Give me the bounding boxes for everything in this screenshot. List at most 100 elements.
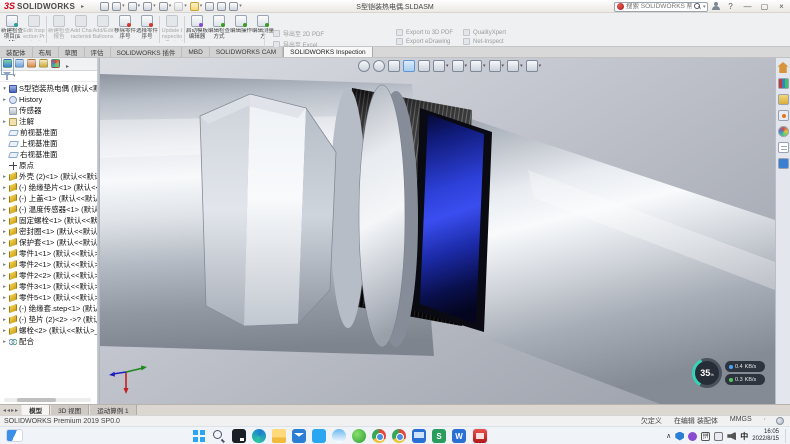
- hide-show-items-button[interactable]: ▾: [470, 60, 486, 72]
- hide-show-items-icon-caret[interactable]: ▾: [483, 63, 486, 69]
- expand-icon[interactable]: ▸: [2, 174, 7, 180]
- solidworks-resources-icon[interactable]: [778, 62, 789, 73]
- close-button[interactable]: ×: [775, 1, 788, 12]
- panel-tab-overflow[interactable]: ▸: [63, 58, 72, 73]
- edge-browser-icon[interactable]: [252, 429, 266, 443]
- minimize-button[interactable]: —: [741, 1, 754, 12]
- zoom-fit-button[interactable]: [358, 60, 370, 72]
- open-icon-caret[interactable]: ▾: [138, 3, 141, 9]
- tree-item-part[interactable]: ▸密封圈<1> (默认<<默认>_显示状: [0, 226, 97, 237]
- new-document-icon-caret[interactable]: ▾: [122, 3, 125, 9]
- view-palette-icon[interactable]: [778, 110, 789, 121]
- expand-icon[interactable]: ▸: [2, 185, 7, 191]
- open-icon-button[interactable]: ▾: [128, 2, 141, 11]
- tree-item-sensor[interactable]: 传感器: [0, 105, 97, 116]
- tree-item-part[interactable]: ▸零件5<1> (默认<<默认>_显示状态: [0, 292, 97, 303]
- ribbon-button[interactable]: 新建检查项目(&M): [1, 13, 23, 46]
- solidworks-taskbar-icon[interactable]: [473, 429, 487, 443]
- save-icon-caret[interactable]: ▾: [153, 3, 156, 9]
- apply-scene-button[interactable]: ▾: [507, 60, 523, 72]
- design-library-icon[interactable]: [778, 78, 789, 89]
- tray-monitor-icon[interactable]: [714, 432, 723, 441]
- menu-expand-icon[interactable]: ▸: [81, 3, 84, 10]
- dimxpertmanager-tab[interactable]: [39, 58, 48, 73]
- previous-view-button[interactable]: [388, 60, 400, 72]
- tree-item-plane[interactable]: 前视基准面: [0, 127, 97, 138]
- zoom-area-button[interactable]: [373, 60, 385, 72]
- model-tab-nav-arrow[interactable]: ◂: [3, 407, 6, 414]
- tree-root-item[interactable]: ▾S型铠装热电偶 (默认<默认_显示状态-1: [0, 83, 97, 94]
- configurationmanager-tab[interactable]: [27, 58, 36, 73]
- view-orientation-icon-caret[interactable]: ▾: [446, 63, 449, 69]
- view-settings-button[interactable]: ▾: [526, 60, 542, 72]
- tree-item-part[interactable]: ▸零件2<1> (默认<<默认>_显示状态: [0, 259, 97, 270]
- ribbon-button[interactable]: 编辑操作: [230, 13, 252, 46]
- tree-item-part[interactable]: ▸(-) 绝缘垫片<1> (默认<<默认>_显: [0, 182, 97, 193]
- undo-icon-button[interactable]: ▾: [174, 2, 187, 11]
- tray-purple-icon[interactable]: [688, 432, 697, 441]
- filter-caret-icon[interactable]: ▾: [13, 73, 16, 79]
- expand-icon[interactable]: ▸: [2, 284, 7, 290]
- help-button[interactable]: ?: [724, 1, 737, 12]
- search-button[interactable]: [212, 429, 226, 443]
- options-icon-button[interactable]: ▾: [229, 2, 242, 11]
- search-input[interactable]: [626, 3, 692, 10]
- file-properties-icon-button[interactable]: [217, 2, 226, 11]
- console-app-icon[interactable]: [232, 429, 246, 443]
- print-icon-button[interactable]: ▾: [159, 2, 172, 11]
- store-icon[interactable]: [312, 429, 326, 443]
- help-search-box[interactable]: ▾: [614, 2, 708, 12]
- tree-item-part[interactable]: ▸固定螺栓<1> (默认<<默认>_显示: [0, 215, 97, 226]
- select-icon-caret[interactable]: ▾: [200, 3, 203, 9]
- file-explorer-icon[interactable]: [272, 429, 286, 443]
- expand-icon[interactable]: ▸: [2, 218, 7, 224]
- expand-icon[interactable]: ▸: [2, 317, 7, 323]
- tray-expand-icon[interactable]: ∧: [666, 432, 671, 440]
- tree-item-part[interactable]: ▸螺栓<2> (默认<<默认>_显示状态: [0, 325, 97, 336]
- status-gear-icon[interactable]: [776, 417, 784, 425]
- start-button[interactable]: [192, 429, 206, 443]
- expand-icon[interactable]: ▸: [2, 306, 7, 312]
- expand-icon[interactable]: ▸: [2, 295, 7, 301]
- expand-icon[interactable]: ▸: [2, 240, 7, 246]
- tray-shield-icon[interactable]: [675, 432, 684, 441]
- dynamic-annotation-button[interactable]: [418, 60, 430, 72]
- browser-app-icon[interactable]: [372, 429, 386, 443]
- expand-icon[interactable]: ▸: [2, 97, 7, 103]
- appearances-scenes-icon[interactable]: [778, 126, 789, 137]
- tree-item-part[interactable]: ▸外壳 (2)<1> (默认<<默认>_显示状: [0, 171, 97, 182]
- ribbon-button[interactable]: 选择零件序号: [136, 13, 158, 46]
- home-icon-button[interactable]: [100, 2, 109, 11]
- expand-icon[interactable]: ▸: [2, 262, 7, 268]
- expand-icon[interactable]: ▸: [2, 251, 7, 257]
- w-app-icon[interactable]: W: [452, 429, 466, 443]
- display-style-icon-caret[interactable]: ▾: [465, 63, 468, 69]
- tree-item-plane[interactable]: 上视基准面: [0, 138, 97, 149]
- show-desktop-button[interactable]: [785, 429, 786, 443]
- tree-item-part[interactable]: ▸(-) 温度传感器<1> (默认<<默认>_: [0, 204, 97, 215]
- model-tab-1[interactable]: 3D 视图: [50, 405, 89, 415]
- expand-icon[interactable]: ▸: [2, 229, 7, 235]
- search-icon[interactable]: [694, 3, 701, 10]
- model-tab-0[interactable]: 模型: [21, 405, 50, 415]
- edit-appearance-icon-caret[interactable]: ▾: [502, 63, 505, 69]
- rebuild-icon-button[interactable]: [205, 2, 214, 11]
- file-explorer-pane-icon[interactable]: [778, 94, 789, 105]
- green-app-icon[interactable]: [352, 429, 366, 443]
- monitor-app-icon[interactable]: [412, 429, 426, 443]
- tree-item-part[interactable]: ▸(-) 绝缘套.step<1> (默认<<默认: [0, 303, 97, 314]
- s-app-icon[interactable]: S: [432, 429, 446, 443]
- cloud-app-icon[interactable]: [332, 429, 346, 443]
- tree-item-part[interactable]: ▸(-) 上盖<1> (默认<<默认>_显示状: [0, 193, 97, 204]
- taskbar-clock[interactable]: 16:05 2022/8/15: [752, 429, 779, 443]
- volume-icon[interactable]: [727, 432, 736, 441]
- widgets-button[interactable]: [6, 429, 23, 442]
- tree-item-part[interactable]: ▸(-) 垫片 (2)<2> ->? (默认<<默认: [0, 314, 97, 325]
- search-caret-icon[interactable]: ▾: [703, 4, 706, 10]
- display-style-button[interactable]: ▾: [452, 60, 468, 72]
- tab-solidworks-插件[interactable]: SOLIDWORKS 插件: [111, 47, 183, 57]
- expand-icon[interactable]: ▸: [2, 196, 7, 202]
- undo-icon-caret[interactable]: ▾: [184, 3, 187, 9]
- tree-item-part[interactable]: ▸保护套<1> (默认<<默认>_显示状: [0, 237, 97, 248]
- graphics-viewport[interactable]: ▾▾▾▾▾▾ 35 % 0.4 KB/s: [100, 58, 775, 404]
